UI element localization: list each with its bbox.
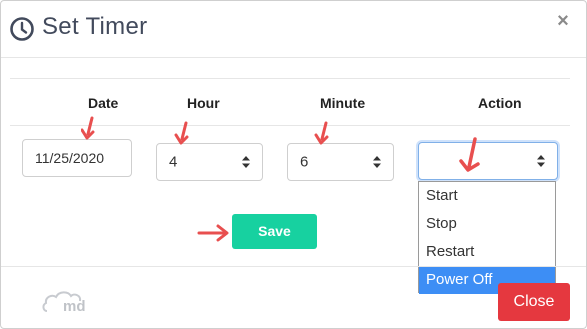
arrow-icon xyxy=(174,121,189,145)
date-value: 11/25/2020 xyxy=(35,150,105,166)
sort-icon xyxy=(537,155,545,167)
action-label: Action xyxy=(478,95,522,111)
minute-label: Minute xyxy=(320,95,366,111)
close-icon[interactable]: × xyxy=(554,10,572,32)
action-dropdown-list: Start Stop Restart Power Off xyxy=(418,181,556,294)
close-button[interactable]: Close xyxy=(498,283,570,321)
footer-divider xyxy=(1,266,586,267)
svg-text:md: md xyxy=(63,298,86,315)
arrow-icon xyxy=(197,224,229,242)
minute-select[interactable]: 6 xyxy=(287,143,394,181)
arrow-icon xyxy=(314,121,329,145)
set-timer-dialog: Set Timer × Date Hour Minute Action 11/2… xyxy=(0,0,587,329)
dialog-title: Set Timer xyxy=(42,13,148,40)
minute-value: 6 xyxy=(300,153,309,171)
arrow-icon xyxy=(81,116,95,140)
option-restart[interactable]: Restart xyxy=(419,238,555,266)
hour-value: 4 xyxy=(169,153,178,171)
divider xyxy=(10,78,570,79)
date-input[interactable]: 11/25/2020 xyxy=(22,139,132,177)
hour-label: Hour xyxy=(187,95,220,111)
hour-select[interactable]: 4 xyxy=(156,143,263,181)
md-cloud-logo-icon: md xyxy=(42,291,86,315)
sort-icon xyxy=(373,156,381,168)
clock-icon xyxy=(10,17,34,41)
sort-icon xyxy=(242,156,250,168)
dialog-header: Set Timer × xyxy=(1,1,586,58)
arrow-icon xyxy=(459,137,480,172)
date-label: Date xyxy=(88,95,119,111)
save-button[interactable]: Save xyxy=(232,214,317,249)
action-select[interactable] xyxy=(418,142,558,180)
option-start[interactable]: Start xyxy=(419,182,555,210)
option-stop[interactable]: Stop xyxy=(419,210,555,238)
